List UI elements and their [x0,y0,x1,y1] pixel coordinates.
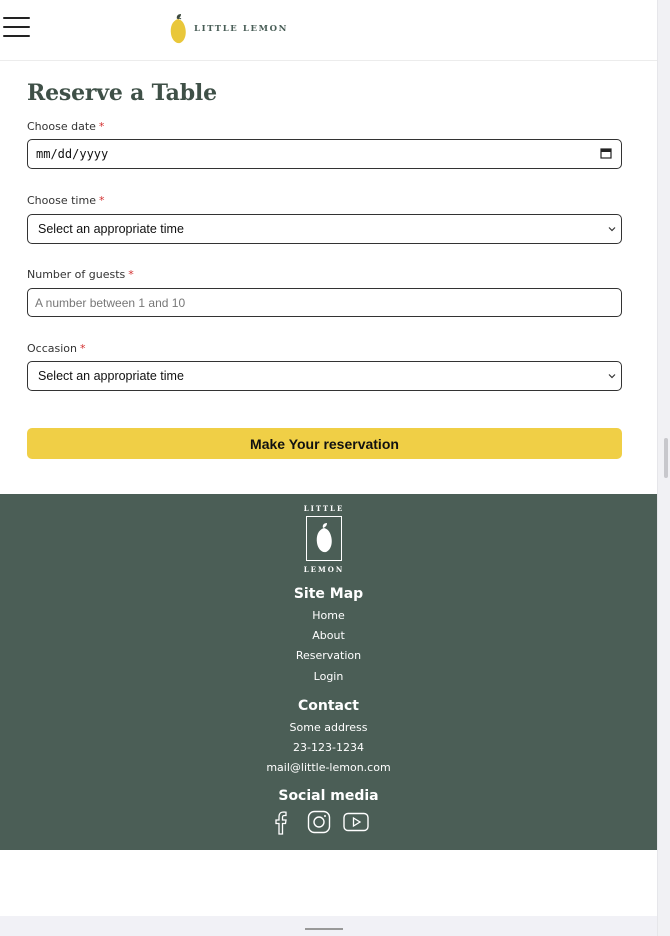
time-select-value: Select an appropriate time [38,222,184,236]
calendar-icon[interactable] [600,147,612,159]
date-label: Choose date * [27,120,105,133]
required-mark: * [128,268,134,281]
page-title: Reserve a Table [27,80,217,106]
required-mark: * [98,194,105,207]
guests-input-placeholder: A number between 1 and 10 [35,295,186,310]
time-select[interactable]: Select an appropriate time [27,214,622,244]
time-label: Choose time * [27,194,105,207]
brand-name: LITTLE LEMON [194,24,288,34]
occasion-select-value: Select an appropriate time [38,369,184,383]
footer-logo-frame [306,516,342,561]
social-media-heading: Social media [278,788,379,804]
chevron-down-icon [608,374,616,379]
drag-handle[interactable] [305,928,343,930]
footer-link-reservation[interactable]: Reservation [0,649,657,662]
footer-link-about[interactable]: About [0,629,657,642]
youtube-icon[interactable] [343,812,369,836]
footer-link-login[interactable]: Login [0,670,657,683]
occasion-select[interactable]: Select an appropriate time [27,361,622,391]
contact-address: Some address [289,721,368,734]
contact-email[interactable]: mail@little-lemon.com [0,761,657,774]
brand-logo[interactable]: LITTLE LEMON [168,12,288,46]
vertical-scrollbar[interactable] [657,0,670,936]
date-input-value: mm/dd/yyyy [36,147,109,161]
footer-logo-top-text: LITTLE [303,504,345,513]
contact-heading: Contact [298,698,359,714]
scrollbar-thumb[interactable] [664,438,668,478]
footer-logo[interactable]: LITTLE LEMON [302,504,346,574]
top-nav: LITTLE LEMON [0,0,657,61]
guests-label: Number of guests * [27,268,134,281]
footer-logo-bottom-text: LEMON [303,565,345,574]
site-footer: LITTLE LEMON Site Map Home About Reserva… [0,494,657,850]
hamburger-menu-icon[interactable] [3,17,30,39]
occasion-label: Occasion * [27,342,86,355]
reservation-form: Reserve a Table Choose date * mm/dd/yyyy … [27,80,622,459]
guests-input[interactable]: A number between 1 and 10 [27,288,622,317]
chevron-down-icon [608,227,616,232]
lemon-icon [170,14,186,44]
bottom-drag-bar [0,916,657,936]
footer-link-home[interactable]: Home [0,609,657,622]
lemon-icon [316,523,332,553]
social-icons [270,810,370,836]
date-input[interactable]: mm/dd/yyyy [27,139,622,169]
facebook-icon[interactable] [273,810,289,840]
site-map-heading: Site Map [293,586,364,602]
required-mark: * [79,342,86,355]
contact-phone: 23-123-1234 [293,741,364,754]
make-reservation-button[interactable]: Make Your reservation [27,428,622,459]
required-mark: * [98,120,105,133]
page: LITTLE LEMON Reserve a Table Choose date… [0,0,670,936]
instagram-icon[interactable] [307,810,331,838]
